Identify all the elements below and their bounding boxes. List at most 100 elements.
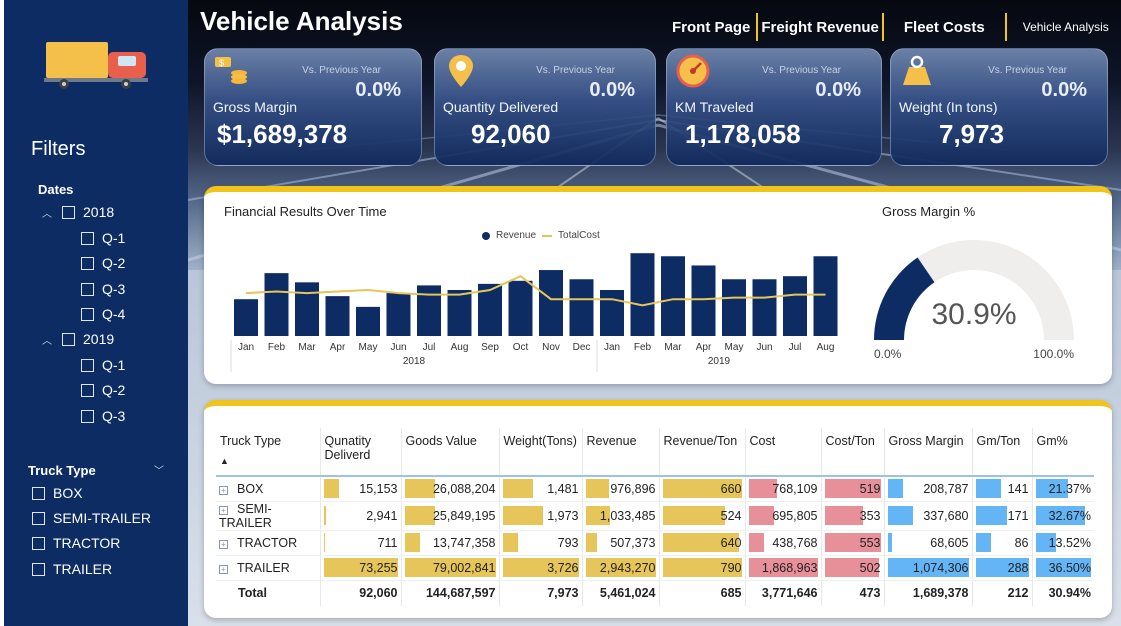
kpi-value: $1,689,378 (217, 119, 348, 149)
expand-row-icon[interactable]: + (219, 505, 228, 515)
truck-type-option[interactable]: TRAILER (32, 561, 112, 577)
checkbox[interactable] (62, 205, 75, 219)
table-cell: 793 (499, 530, 583, 556)
truck-type-cell: + TRAILER (216, 555, 321, 581)
column-header[interactable]: Gross Margin (884, 428, 973, 477)
cell-value: 1,033,485 (599, 508, 656, 523)
table-cell: 507,373 (582, 530, 660, 556)
revenue-bar (600, 290, 624, 336)
cell-value: 79,002,841 (432, 560, 496, 575)
expand-row-icon[interactable]: + (219, 485, 228, 495)
vs-previous-year-value: 0.0% (815, 79, 861, 101)
chevron-down-icon[interactable]: ﹀ (154, 462, 164, 477)
table-cell: 353 (821, 501, 885, 531)
cell-value: 768,109 (772, 481, 818, 496)
cell-content: 26,088,204 (404, 478, 496, 499)
expand-row-icon[interactable]: + (219, 564, 228, 574)
checkbox[interactable] (32, 536, 45, 550)
cell-value: 21.37% (1048, 481, 1091, 496)
table-row[interactable]: + TRAILER 73,255 79,002,841 3,726 2,943,270 79… (216, 555, 1094, 581)
cell-content: 1,973 (502, 505, 579, 526)
truck-type-option[interactable]: BOX (32, 485, 83, 501)
nav-freight-revenue[interactable]: Freight Revenue (758, 19, 882, 36)
total-cell: 30.94% (1048, 586, 1091, 601)
date-quarter[interactable]: Q-2 (81, 255, 125, 271)
date-quarter[interactable]: Q-1 (81, 357, 125, 373)
data-bar (502, 533, 519, 552)
checkbox[interactable] (81, 282, 94, 296)
kpi-gross-margin-card[interactable]: $ Vs. Previous Year 0.0% Gross Margin $1… (204, 48, 422, 166)
column-header[interactable]: Gm/Ton (972, 428, 1033, 477)
gross-margin-gauge[interactable]: 30.9% 0.0% 100.0% (874, 236, 1094, 366)
column-header[interactable]: Truck Type ▲ (216, 428, 321, 477)
nav-fleet-costs[interactable]: Fleet Costs (884, 19, 1005, 36)
sort-asc-icon[interactable]: ▲ (220, 456, 316, 466)
legend-revenue-label: Revenue (496, 230, 537, 241)
checkbox[interactable] (81, 307, 94, 321)
total-cell: 3,771,646 (745, 580, 822, 606)
date-quarter[interactable]: Q-4 (81, 306, 125, 322)
table-row[interactable]: + SEMI-TRAILER 2,941 25,849,195 1,973 1,033,4… (216, 501, 1094, 531)
speedometer-icon (676, 54, 710, 88)
cell-content: 711 (323, 532, 398, 553)
nav-vehicle-analysis[interactable]: Vehicle Analysis (1007, 20, 1115, 34)
kpi-km-traveled-card[interactable]: Vs. Previous Year 0.0% KM Traveled 1,178… (666, 48, 882, 166)
column-header[interactable]: Goods Value (401, 428, 500, 477)
checkbox[interactable] (81, 256, 94, 270)
coins-icon: $ (215, 57, 247, 84)
table-row[interactable]: + BOX 15,153 26,088,204 1,481 976,896 660 768,1… (216, 476, 1094, 502)
cell-value: 353 (859, 508, 881, 523)
column-header[interactable]: Gm% (1032, 428, 1094, 477)
column-header[interactable]: Revenue (582, 428, 660, 477)
collapse-caret-icon[interactable]: ︿ (42, 205, 56, 220)
checkbox[interactable] (81, 383, 94, 397)
date-quarter[interactable]: Q-3 (81, 408, 125, 424)
date-year-2018[interactable]: ︿ 2018 (42, 204, 114, 220)
revenue-bar (417, 285, 441, 336)
checkbox[interactable] (32, 486, 45, 500)
x-tick-label: May (725, 342, 744, 353)
truck-type-label: BOX (237, 481, 264, 496)
cell-value: 502 (859, 560, 881, 575)
revenue-bar (447, 290, 472, 336)
total-cell: 473 (821, 580, 885, 606)
x-tick-label: Aug (817, 342, 835, 353)
nav-front-page[interactable]: Front Page (666, 19, 756, 36)
date-quarter[interactable]: Q-1 (81, 230, 125, 246)
cell-value: 660 (720, 481, 742, 496)
cell-content: 86 (975, 532, 1029, 553)
column-header[interactable]: Cost (745, 428, 822, 477)
kpi-weight-card[interactable]: Vs. Previous Year 0.0% Weight (In tons) … (890, 48, 1108, 166)
checkbox[interactable] (62, 332, 75, 346)
truck-type-option[interactable]: TRACTOR (32, 535, 120, 551)
date-year-2019[interactable]: ︿ 2019 (42, 331, 114, 347)
checkbox[interactable] (32, 511, 45, 525)
truck-type-option[interactable]: SEMI-TRAILER (32, 510, 151, 526)
date-quarter[interactable]: Q-2 (81, 382, 125, 398)
checkbox[interactable] (32, 562, 45, 576)
kpi-quantity-delivered-card[interactable]: Vs. Previous Year 0.0% Quantity Delivere… (434, 48, 656, 166)
gauge-max-label: 100.0% (1033, 347, 1074, 361)
cell-value: 695,805 (772, 508, 818, 523)
table-cell: 660 (659, 476, 746, 502)
column-header[interactable]: Weight(Tons) (499, 428, 583, 477)
checkbox[interactable] (81, 358, 94, 372)
cell-content: 79,002,841 (404, 557, 496, 578)
gauge-value: 30.9% (931, 298, 1016, 331)
kpi-value: 7,973 (939, 119, 1005, 149)
column-header[interactable]: Cost/Ton (821, 428, 885, 477)
column-header[interactable]: Revenue/Ton (659, 428, 746, 477)
checkbox[interactable] (81, 409, 94, 423)
collapse-caret-icon[interactable]: ︿ (42, 332, 56, 347)
expand-row-icon[interactable]: + (219, 539, 228, 549)
data-bar (502, 506, 543, 525)
column-header[interactable]: Qunatity Deliverd (320, 428, 402, 477)
checkbox[interactable] (81, 231, 94, 245)
financial-results-chart[interactable]: Jan Feb Mar Apr May Jun Jul Aug Sep Oct Nov Dec Jan F… (224, 244, 864, 384)
date-quarter[interactable]: Q-3 (81, 281, 125, 297)
table-cell: 21.37% (1032, 476, 1094, 502)
table-cell: 26,088,204 (401, 476, 500, 502)
cell-content: 640 (662, 532, 742, 553)
revenue-bar (783, 276, 807, 336)
table-row[interactable]: + TRACTOR 711 13,747,358 793 507,373 640 438,76… (216, 530, 1094, 556)
